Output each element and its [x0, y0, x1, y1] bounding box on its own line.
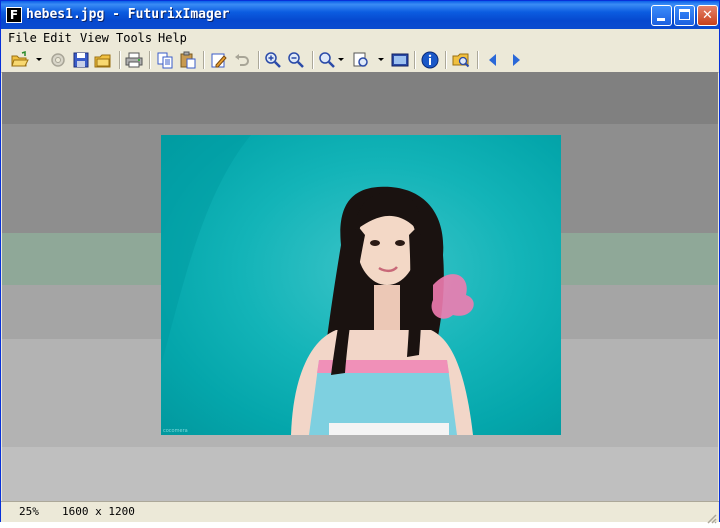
- undo-icon[interactable]: [233, 51, 251, 69]
- zoom-in-icon[interactable]: [264, 51, 282, 69]
- refresh-icon[interactable]: [49, 51, 67, 69]
- print-icon[interactable]: [125, 51, 143, 69]
- menu-view[interactable]: View: [80, 31, 109, 45]
- window-title: hebes1.jpg - FuturixImager: [26, 7, 230, 22]
- copy-icon[interactable]: [156, 51, 174, 69]
- menu-help[interactable]: Help: [158, 31, 187, 45]
- open-folder-icon[interactable]: [94, 51, 112, 69]
- edit-icon[interactable]: [210, 51, 228, 69]
- fullscreen-icon[interactable]: [391, 51, 409, 69]
- toolbar-separator: [445, 51, 447, 69]
- save-icon[interactable]: [72, 51, 90, 69]
- image-viewport[interactable]: cocomera: [2, 72, 718, 501]
- open-dropdown-arrow[interactable]: [36, 58, 42, 61]
- viewer-background: [2, 447, 718, 501]
- minimize-button[interactable]: [651, 5, 672, 26]
- status-bar: 25% 1600 x 1200: [1, 501, 719, 524]
- maximize-button[interactable]: [674, 5, 695, 26]
- minimize-icon: [657, 18, 665, 21]
- close-icon: ✕: [702, 8, 713, 23]
- photo-watermark: cocomera: [163, 428, 188, 434]
- adjust-dropdown-arrow[interactable]: [378, 58, 384, 61]
- maximize-icon: [679, 9, 690, 20]
- toolbar-separator: [119, 51, 121, 69]
- image-dimensions: 1600 x 1200: [62, 505, 135, 518]
- next-icon[interactable]: [507, 51, 525, 69]
- menu-tools[interactable]: Tools: [116, 31, 152, 45]
- toolbar-separator: [258, 51, 260, 69]
- viewer-background: [2, 72, 718, 124]
- zoom-icon[interactable]: [318, 51, 336, 69]
- displayed-photo[interactable]: cocomera: [161, 135, 561, 435]
- title-bar[interactable]: F hebes1.jpg - FuturixImager ✕: [1, 1, 719, 29]
- menu-edit[interactable]: Edit: [43, 31, 72, 45]
- toolbar-separator: [477, 51, 479, 69]
- toolbar-separator: [312, 51, 314, 69]
- paste-icon[interactable]: [179, 51, 197, 69]
- toolbar-separator: [414, 51, 416, 69]
- portrait-photo: [161, 135, 474, 435]
- zoom-dropdown-arrow[interactable]: [338, 58, 344, 61]
- app-window: F hebes1.jpg - FuturixImager ✕ File Edit…: [0, 0, 720, 524]
- close-button[interactable]: ✕: [697, 5, 718, 26]
- resize-grip-icon[interactable]: [705, 509, 717, 524]
- menu-bar: File Edit View Tools Help: [1, 29, 719, 48]
- zoom-level: 25%: [19, 505, 39, 518]
- previous-icon[interactable]: [484, 51, 502, 69]
- zoom-out-icon[interactable]: [287, 51, 305, 69]
- menu-file[interactable]: File: [8, 31, 37, 45]
- info-icon[interactable]: [421, 51, 439, 69]
- open-icon[interactable]: [11, 51, 29, 69]
- adjust-icon[interactable]: [352, 51, 370, 69]
- browse-icon[interactable]: [452, 51, 470, 69]
- toolbar-separator: [149, 51, 151, 69]
- app-icon[interactable]: F: [6, 7, 22, 23]
- toolbar-separator: [203, 51, 205, 69]
- toolbar: [1, 48, 719, 73]
